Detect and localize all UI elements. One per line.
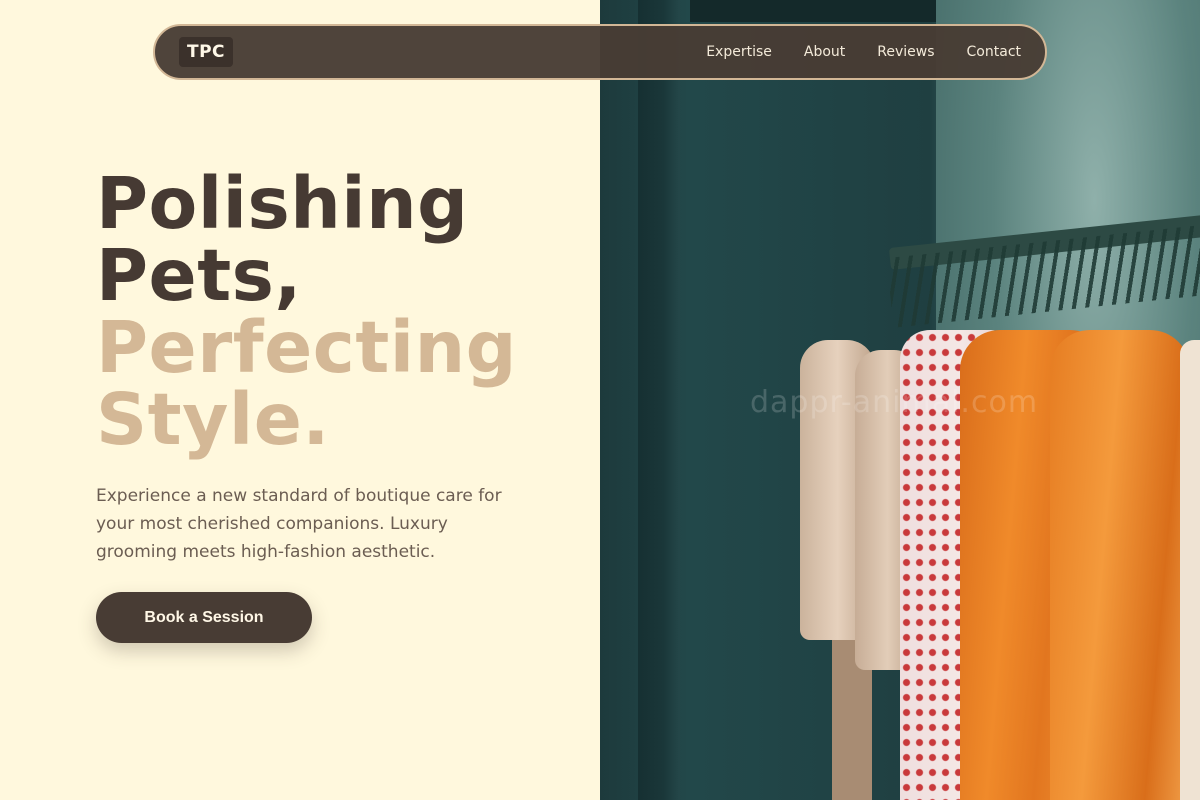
nav-link-expertise[interactable]: Expertise (706, 44, 772, 60)
top-nav: TPC Expertise About Reviews Contact (153, 24, 1047, 80)
headline-line-4: Style. (96, 378, 330, 461)
hero-subtitle: Experience a new standard of boutique ca… (96, 486, 502, 562)
headline-line-2: Pets, (96, 234, 302, 317)
nav-link-about[interactable]: About (804, 44, 845, 60)
headline-line-3: Perfecting (96, 306, 517, 389)
logo[interactable]: TPC (179, 37, 234, 67)
nav-link-reviews[interactable]: Reviews (877, 44, 934, 60)
headline-line-1: Polishing (96, 162, 469, 245)
hero-headline: Polishing Pets, Perfecting Style. (96, 168, 596, 456)
nav-links: Expertise About Reviews Contact (706, 44, 1021, 60)
hero-image: dappr-animal.com (600, 0, 1200, 800)
nav-link-contact[interactable]: Contact (967, 44, 1021, 60)
book-session-button[interactable]: Book a Session (96, 592, 312, 643)
image-watermark: dappr-animal.com (750, 385, 1039, 420)
